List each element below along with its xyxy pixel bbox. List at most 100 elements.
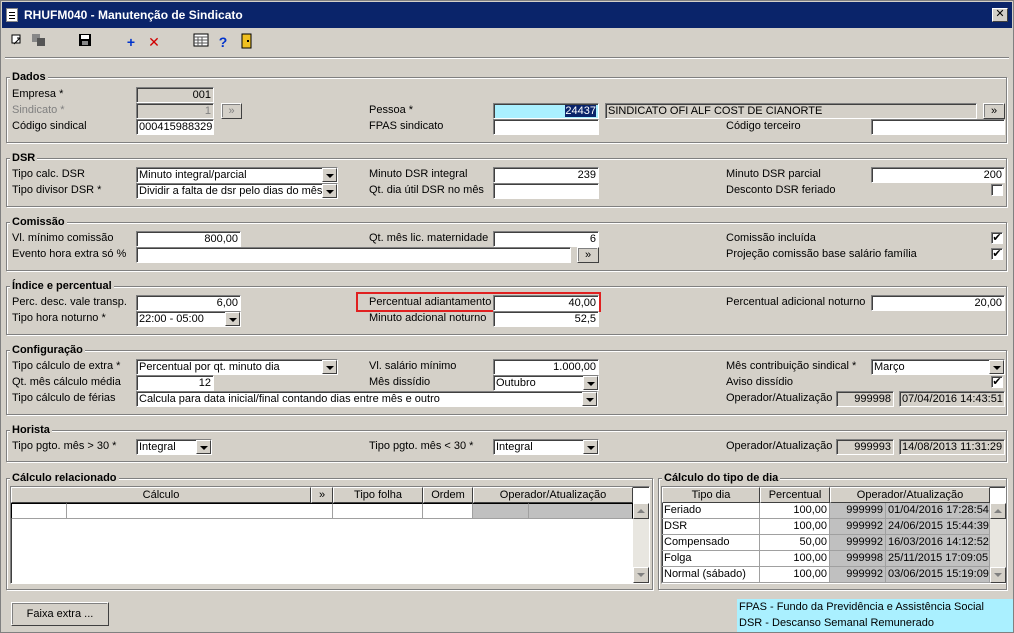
- tipo-calc-dsr-select[interactable]: Minuto integral/parcial: [136, 167, 338, 183]
- sindicato-field[interactable]: 1: [136, 103, 214, 119]
- tipo-dia-column-header[interactable]: Tipo dia: [662, 487, 760, 503]
- chevron-down-icon[interactable]: [989, 360, 1004, 374]
- scroll-up-icon[interactable]: [990, 503, 1006, 519]
- grid-view-icon[interactable]: [192, 33, 210, 51]
- operador-column-header[interactable]: Operador/Atualização: [473, 487, 633, 503]
- chevron-down-icon[interactable]: [322, 360, 337, 374]
- tipo-pgto-mais-30-value: Integral: [139, 441, 176, 453]
- sindicato-lookup-button[interactable]: »: [221, 103, 242, 119]
- aviso-dissidio-label: Aviso dissídio: [726, 376, 794, 388]
- faixa-extra-button[interactable]: Faixa extra ...: [11, 602, 109, 626]
- perc-adiantamento-field[interactable]: 40,00: [493, 295, 599, 311]
- minuto-adicional-noturno-field[interactable]: 52,5: [493, 311, 599, 327]
- codigo-terceiro-field[interactable]: [871, 119, 1005, 135]
- tipo-calculo-extra-select[interactable]: Percentual por qt. minuto dia: [136, 359, 338, 375]
- calculo-lookup-header[interactable]: »: [311, 487, 333, 503]
- chevron-down-icon[interactable]: [583, 440, 598, 454]
- chevron-down-icon[interactable]: [322, 168, 337, 182]
- sindicato-label: Sindicato *: [12, 104, 65, 116]
- percentual-cell[interactable]: 100,00: [760, 567, 830, 583]
- chevron-down-icon[interactable]: [582, 392, 597, 406]
- evento-lookup-button[interactable]: »: [577, 247, 599, 263]
- vl-salario-minimo-field[interactable]: 1.000,00: [493, 359, 599, 375]
- qt-mes-maternidade-field[interactable]: 6: [493, 231, 599, 247]
- chevron-down-icon[interactable]: [225, 312, 240, 326]
- tipo-hora-noturno-select[interactable]: 22:00 - 05:00: [136, 311, 241, 327]
- desconto-dsr-feriado-checkbox[interactable]: [991, 184, 1003, 196]
- pessoa-code-field[interactable]: 24437: [493, 103, 599, 119]
- mes-contribuicao-label: Mês contribuição sindical *: [726, 360, 857, 372]
- save-icon[interactable]: [76, 33, 94, 51]
- copy-record-icon[interactable]: [30, 33, 48, 51]
- ordem-column-header[interactable]: Ordem: [423, 487, 473, 503]
- percentual-cell[interactable]: 100,00: [760, 503, 830, 519]
- mes-dissidio-select[interactable]: Outubro: [493, 375, 599, 391]
- calculo-column-header[interactable]: Cálculo: [11, 487, 311, 503]
- tipo-calculo-ferias-select[interactable]: Calcula para data inicial/final contando…: [136, 391, 598, 407]
- codigo-sindical-field[interactable]: 0004159883295: [136, 119, 214, 135]
- percentual-cell[interactable]: 100,00: [760, 551, 830, 567]
- tipo-pgto-menos-30-select[interactable]: Integral: [493, 439, 599, 455]
- calculo-row-tipo-folha-cell[interactable]: [333, 503, 423, 519]
- qt-mes-calculo-media-field[interactable]: 12: [136, 375, 214, 391]
- help-icon[interactable]: ?: [214, 33, 232, 51]
- calculo-row-ordem-cell[interactable]: [423, 503, 473, 519]
- scroll-down-icon[interactable]: [633, 567, 649, 583]
- calculo-row-name-cell[interactable]: [67, 503, 333, 519]
- mes-dissidio-value: Outubro: [496, 377, 536, 389]
- minuto-dsr-parcial-field[interactable]: 200: [871, 167, 1005, 183]
- chevron-down-icon[interactable]: [196, 440, 211, 454]
- empresa-field[interactable]: 001: [136, 87, 214, 103]
- tipo-pgto-mais-30-label: Tipo pgto. mês > 30 *: [12, 440, 117, 452]
- percentual-cell[interactable]: 100,00: [760, 519, 830, 535]
- tipo-dia-cell[interactable]: Compensado: [662, 535, 760, 551]
- tipo-divisor-dsr-select[interactable]: Dividir a falta de dsr pelo dias do mês: [136, 183, 338, 199]
- tipo-dia-cell[interactable]: Normal (sábado): [662, 567, 760, 583]
- app-document-icon: [6, 8, 18, 22]
- operador-date-cell: 16/03/2016 14:12:52: [886, 535, 990, 551]
- comissao-incluida-checkbox[interactable]: ✔: [991, 232, 1003, 244]
- operador-date-cell: 25/11/2015 17:09:05: [886, 551, 990, 567]
- tipo-hora-noturno-value: 22:00 - 05:00: [139, 313, 204, 325]
- empresa-label: Empresa *: [12, 88, 64, 100]
- chevron-down-icon[interactable]: [322, 184, 337, 198]
- minuto-dsr-integral-field[interactable]: 239: [493, 167, 599, 183]
- vl-minimo-comissao-field[interactable]: 800,00: [136, 231, 241, 247]
- close-button[interactable]: ✕: [992, 8, 1008, 22]
- qt-dia-util-field[interactable]: [493, 183, 599, 199]
- abbreviation-legend: FPAS - Fundo da Previdência e Assistênci…: [737, 599, 1013, 632]
- tipo-dia-cell[interactable]: DSR: [662, 519, 760, 535]
- scroll-down-icon[interactable]: [990, 567, 1006, 583]
- calculo-row-code-cell[interactable]: [11, 503, 67, 519]
- percentual-column-header[interactable]: Percentual: [760, 487, 830, 503]
- percentual-cell[interactable]: 50,00: [760, 535, 830, 551]
- minuto-dsr-parcial-label: Minuto DSR parcial: [726, 168, 821, 180]
- fpas-field[interactable]: [493, 119, 599, 135]
- tipo-folha-column-header[interactable]: Tipo folha: [333, 487, 423, 503]
- pessoa-lookup-button[interactable]: »: [983, 103, 1005, 119]
- tipo-pgto-mais-30-select[interactable]: Integral: [136, 439, 212, 455]
- operador-date-cell: 01/04/2016 17:28:54: [886, 503, 990, 519]
- tipo-dia-cell[interactable]: Feriado: [662, 503, 760, 519]
- evento-hora-extra-field[interactable]: [136, 247, 571, 263]
- perc-adicional-noturno-field[interactable]: 20,00: [871, 295, 1005, 311]
- projecao-comissao-checkbox[interactable]: ✔: [991, 248, 1003, 260]
- chevron-down-icon[interactable]: [583, 376, 598, 390]
- exit-door-icon[interactable]: [238, 33, 256, 51]
- calculo-row-data-cell: [529, 503, 633, 519]
- mes-contribuicao-select[interactable]: Março: [871, 359, 1005, 375]
- scroll-up-icon[interactable]: [633, 503, 649, 519]
- operador-code-cell: 999992: [830, 519, 886, 535]
- calculo-tipo-dia-scrollbar[interactable]: [990, 503, 1006, 583]
- calculo-relacionado-scrollbar[interactable]: [633, 503, 649, 583]
- aviso-dissidio-checkbox[interactable]: ✔: [991, 376, 1003, 388]
- perc-desc-vale-label: Perc. desc. vale transp.: [12, 296, 127, 308]
- operador-date-cell: 03/06/2015 15:19:09: [886, 567, 990, 583]
- tipo-dia-operador-column-header[interactable]: Operador/Atualização: [830, 487, 990, 503]
- perc-desc-vale-field[interactable]: 6,00: [136, 295, 241, 311]
- tipo-dia-cell[interactable]: Folga: [662, 551, 760, 567]
- first-record-icon[interactable]: [8, 33, 26, 51]
- tipo-calculo-ferias-value: Calcula para data inicial/final contando…: [139, 393, 440, 405]
- delete-icon[interactable]: ✕: [145, 33, 163, 51]
- add-icon[interactable]: +: [122, 33, 140, 51]
